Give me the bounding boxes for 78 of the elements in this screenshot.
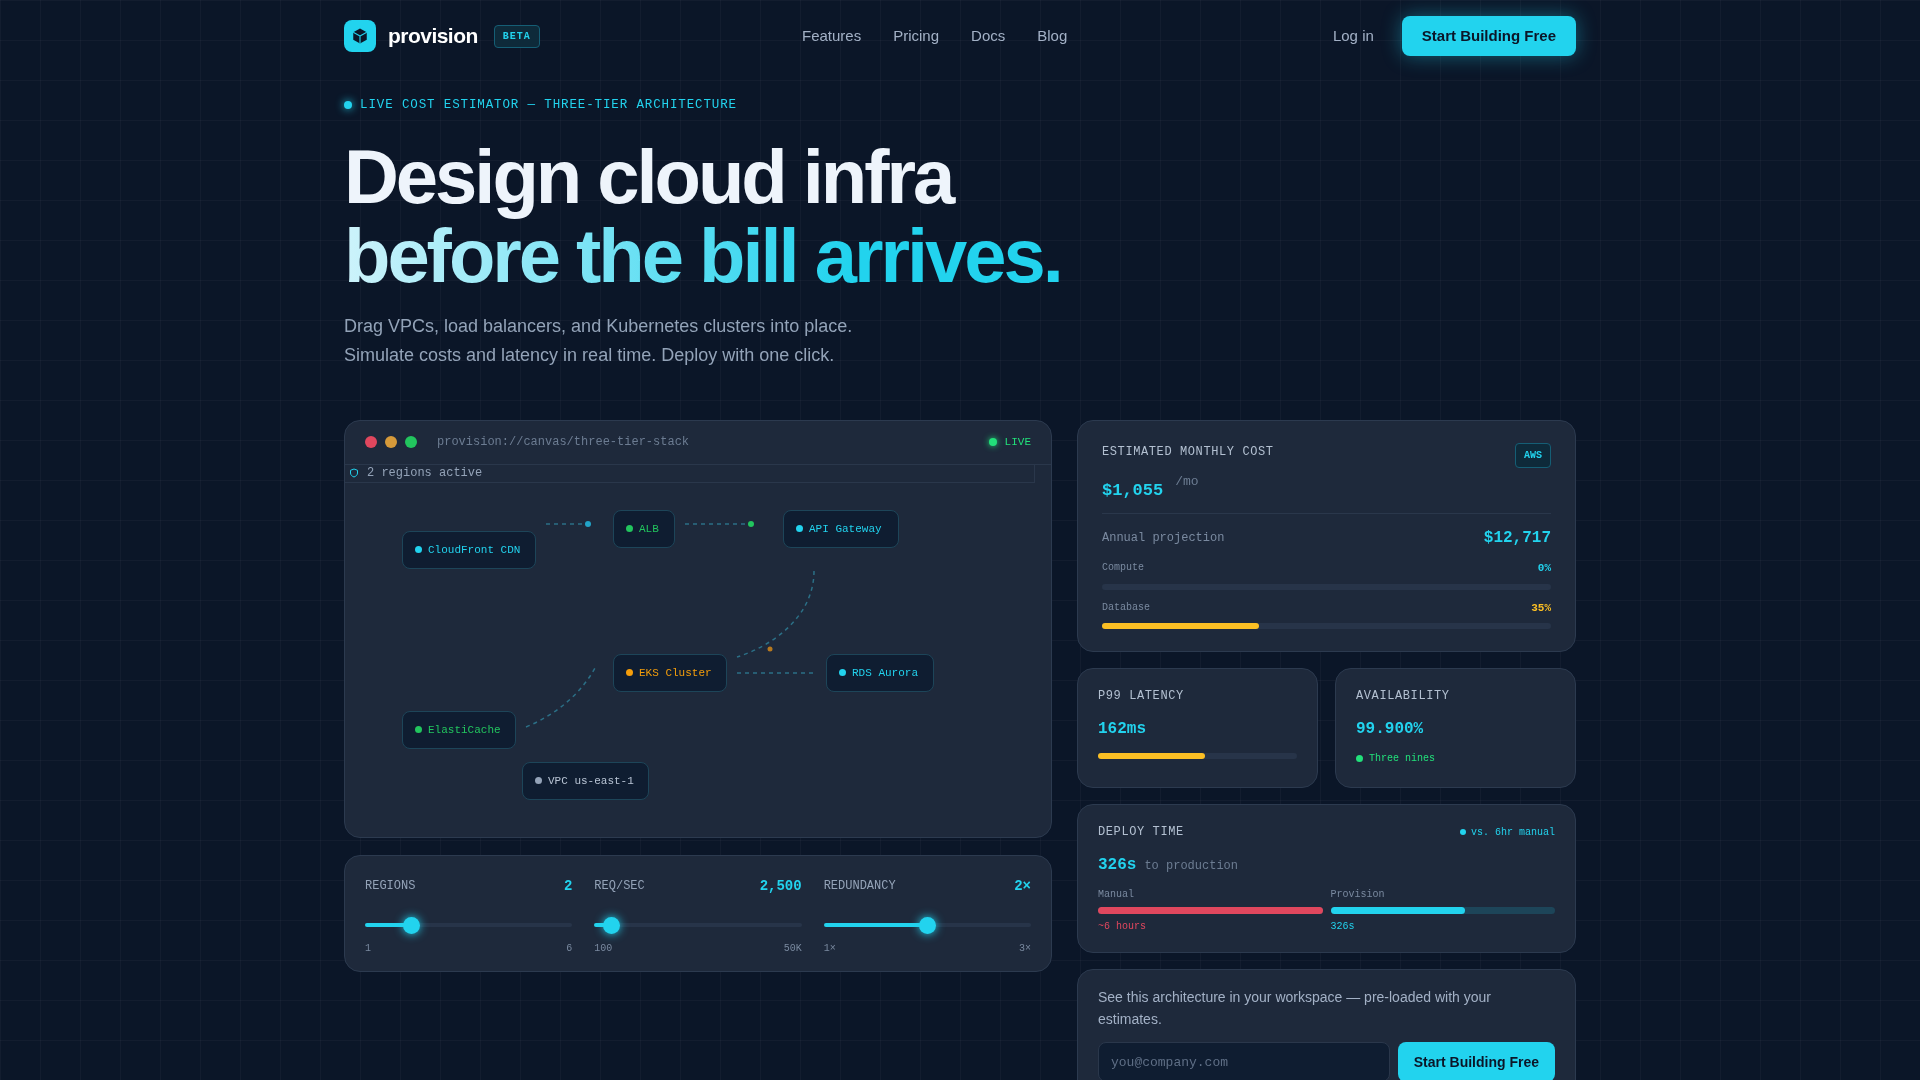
nav-link[interactable]: Features bbox=[802, 24, 862, 48]
monthly-cost: $1,055 bbox=[1102, 479, 1164, 502]
login-link[interactable]: Log in bbox=[1332, 24, 1374, 48]
slider[interactable] bbox=[365, 916, 573, 934]
regions-label: 2 regions active bbox=[367, 465, 483, 483]
unit-label: /mo bbox=[1175, 472, 1199, 491]
card-title: P99 LATENCY bbox=[1098, 688, 1185, 706]
nav-link[interactable]: Blog bbox=[1037, 24, 1068, 48]
bar-label: Provision bbox=[1330, 888, 1386, 903]
logo-icon bbox=[344, 20, 376, 52]
hero-subtitle: Drag VPCs, load balancers, and Kubernetes clusters into place. bbox=[344, 314, 853, 338]
provider-badge: AWS bbox=[1515, 442, 1551, 468]
slider-thumb[interactable] bbox=[602, 916, 620, 934]
card-title: DEPLOY TIME bbox=[1098, 824, 1184, 842]
slider[interactable] bbox=[594, 916, 802, 934]
shield-icon bbox=[349, 468, 359, 479]
deploy-value: 326s bbox=[1098, 855, 1137, 877]
bar-reading: 326s bbox=[1330, 920, 1356, 935]
brand-name: provision bbox=[388, 23, 478, 50]
control-label: REDUNDANCY bbox=[823, 878, 896, 896]
comparison-note: vs. 6hr manual bbox=[1471, 825, 1555, 840]
slider-min: 1× bbox=[823, 941, 836, 956]
port-dot bbox=[585, 520, 591, 527]
start-building-button[interactable]: Start Building Free bbox=[1401, 16, 1576, 56]
slider-max: 6 bbox=[566, 941, 573, 956]
slider-thumb[interactable] bbox=[402, 916, 420, 934]
start-building-button[interactable]: Start Building Free bbox=[1397, 1042, 1555, 1080]
availability-note: Three nines bbox=[1369, 752, 1435, 767]
nav-link[interactable]: Pricing bbox=[893, 24, 940, 48]
slider-max: 50K bbox=[783, 941, 802, 956]
node-label: EKS Cluster bbox=[639, 665, 712, 681]
eyebrow-text: LIVE COST ESTIMATOR — THREE-TIER ARCHITECTURE bbox=[360, 97, 737, 114]
canvas-node[interactable]: API Gateway bbox=[783, 509, 899, 548]
canvas-node[interactable]: EKS Cluster bbox=[613, 653, 727, 692]
availability-value: 99.900% bbox=[1356, 719, 1425, 741]
node-label: ALB bbox=[639, 521, 659, 537]
beta-badge: BETA bbox=[493, 24, 540, 48]
port-dot bbox=[767, 646, 773, 652]
breakdown-percent: 35% bbox=[1531, 600, 1551, 616]
slider-thumb[interactable] bbox=[919, 916, 937, 934]
card-title: ESTIMATED MONTHLY COST bbox=[1102, 443, 1274, 461]
control-value: 2,500 bbox=[759, 876, 802, 896]
slider[interactable] bbox=[823, 916, 1031, 934]
email-field[interactable]: you@company.com bbox=[1098, 1042, 1390, 1080]
nav-link[interactable]: Docs bbox=[971, 24, 1006, 48]
breakdown-percent: 0% bbox=[1537, 561, 1551, 577]
node-label: ElastiCache bbox=[428, 722, 501, 738]
latency-value: 162ms bbox=[1098, 719, 1147, 741]
node-label: API Gateway bbox=[809, 521, 882, 537]
signup-text: See this architecture in your workspace — pre-loaded with your estimates. bbox=[1098, 988, 1492, 1030]
deploy-suffix: to production bbox=[1144, 858, 1239, 876]
hero-subtitle: Simulate costs and latency in real time. Deploy with one click. bbox=[344, 343, 835, 367]
control-label: REQ/SEC bbox=[594, 878, 645, 896]
node-label: CloudFront CDN bbox=[428, 542, 521, 558]
slider-min: 100 bbox=[594, 941, 613, 956]
canvas-node[interactable]: VPC us-east-1 bbox=[522, 761, 649, 800]
control-value: 2× bbox=[1014, 876, 1031, 896]
canvas-node[interactable]: RDS Aurora bbox=[826, 653, 934, 692]
canvas-node[interactable]: ALB bbox=[613, 509, 675, 548]
node-label: RDS Aurora bbox=[852, 665, 918, 681]
slider-max: 3× bbox=[1018, 941, 1031, 956]
annual-label: Annual projection bbox=[1102, 530, 1225, 548]
annual-value: $12,717 bbox=[1483, 528, 1551, 550]
bar-reading: ~6 hours bbox=[1098, 920, 1147, 935]
slider-min: 1 bbox=[365, 941, 371, 956]
breakdown-label: Database bbox=[1102, 600, 1150, 615]
live-status: LIVE bbox=[1004, 435, 1031, 450]
breakdown-label: Compute bbox=[1102, 561, 1144, 576]
bar-label: Manual bbox=[1098, 888, 1135, 903]
control-value: 2 bbox=[563, 876, 573, 896]
canvas-node[interactable]: ElastiCache bbox=[402, 710, 516, 749]
port-dot bbox=[748, 520, 754, 527]
canvas-url: provision://canvas/three-tier-stack bbox=[437, 434, 690, 452]
node-label: VPC us-east-1 bbox=[548, 773, 634, 789]
control-label: REGIONS bbox=[365, 878, 416, 896]
canvas-node[interactable]: CloudFront CDN bbox=[402, 530, 536, 569]
card-title: AVAILABILITY bbox=[1356, 688, 1451, 706]
connector-line bbox=[525, 667, 596, 728]
